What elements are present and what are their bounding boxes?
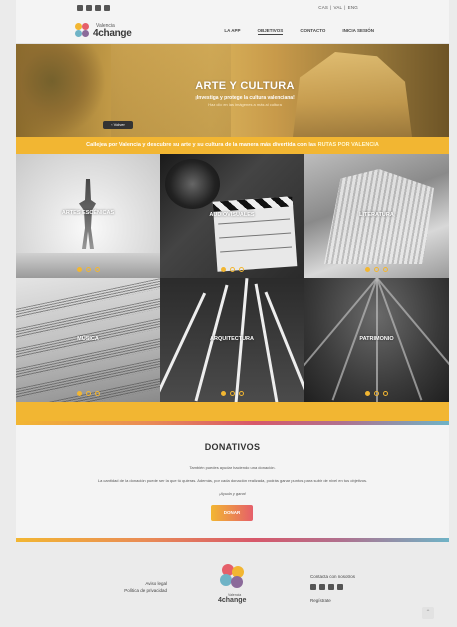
carousel-dot[interactable] bbox=[365, 267, 370, 272]
legal-notice-link[interactable]: Aviso legal bbox=[102, 580, 167, 587]
hero-subtitle: ¡Investiga y protege la cultura valencia… bbox=[195, 95, 295, 101]
mail-icon[interactable] bbox=[104, 5, 110, 11]
carousel-dot[interactable] bbox=[383, 391, 388, 396]
tile-label: LITERATURA bbox=[359, 212, 394, 218]
lang-cas[interactable]: CAS bbox=[318, 5, 328, 10]
nav-objetivos[interactable]: OBJETIVOS bbox=[257, 28, 284, 35]
back-button[interactable]: ‹ Volver bbox=[103, 121, 133, 129]
scroll-to-top-button[interactable]: ⌃ bbox=[422, 607, 434, 619]
tile-arquitectura[interactable]: ARQUITECTURA bbox=[160, 278, 304, 402]
carousel-dot[interactable] bbox=[229, 267, 235, 272]
hero-banner: ARTE Y CULTURA ¡Investiga y protege la c… bbox=[16, 44, 449, 137]
carousel-dot[interactable] bbox=[383, 267, 388, 272]
donations-title: DONATIVOS bbox=[204, 442, 261, 452]
carousel-dots bbox=[160, 391, 304, 396]
routes-link[interactable]: RUTAS POR VALENCIA bbox=[318, 142, 379, 148]
carousel-dot[interactable] bbox=[85, 391, 91, 396]
carousel-dot[interactable] bbox=[365, 391, 370, 396]
tile-musica[interactable]: MÚSICA bbox=[16, 278, 160, 402]
hero-subtitle-2: Haz clic en las imágenes a más al cultur… bbox=[208, 102, 282, 107]
contact-link[interactable]: Contacta con nosotros bbox=[310, 574, 355, 579]
tile-patrimonio[interactable]: PATRIMONIO bbox=[304, 278, 449, 402]
donations-description: La cantidad de la donación puede ser la … bbox=[97, 478, 368, 483]
carousel-dots bbox=[16, 267, 160, 272]
footer-logo[interactable]: Valencia 4change bbox=[214, 564, 254, 606]
vault-ceiling-image bbox=[376, 278, 449, 379]
carousel-dot[interactable] bbox=[229, 391, 235, 396]
twitter-icon[interactable] bbox=[95, 5, 101, 11]
lang-separator: | bbox=[330, 5, 332, 10]
carousel-dot[interactable] bbox=[374, 391, 379, 396]
tile-label: ARTES ESCÉNICAS bbox=[61, 210, 115, 216]
tile-label: AUDIOVISUALES bbox=[209, 212, 255, 218]
tile-label: PATRIMONIO bbox=[359, 336, 394, 342]
architecture-image bbox=[160, 292, 207, 394]
top-bar: CAS | VAL | ENG bbox=[16, 0, 449, 18]
carousel-dots bbox=[16, 391, 160, 396]
nav-la-app[interactable]: LA APP bbox=[224, 28, 240, 35]
yellow-divider bbox=[16, 402, 449, 421]
facebook-icon[interactable] bbox=[86, 5, 92, 11]
carousel-dot[interactable] bbox=[374, 267, 379, 272]
mail-icon[interactable] bbox=[337, 584, 343, 590]
routes-text: Callejea por Valencia y descubre su arte… bbox=[86, 142, 317, 148]
carousel-dots bbox=[304, 267, 449, 272]
navbar: Valencia 4change LA APP OBJETIVOS CONTAC… bbox=[16, 18, 449, 44]
facebook-icon[interactable] bbox=[319, 584, 325, 590]
nav-contacto[interactable]: CONTACTO bbox=[300, 28, 325, 35]
lang-separator: | bbox=[344, 5, 346, 10]
carousel-dot[interactable] bbox=[220, 391, 226, 396]
category-grid: ARTES ESCÉNICAS AUDIOVISUALES LITERATURA… bbox=[16, 154, 449, 402]
carousel-dot[interactable] bbox=[94, 267, 100, 272]
lang-eng[interactable]: ENG bbox=[348, 5, 358, 10]
donate-button[interactable]: DONAR bbox=[211, 505, 253, 521]
carousel-dot[interactable] bbox=[238, 267, 244, 272]
carousel-dot[interactable] bbox=[76, 267, 82, 272]
tile-label: MÚSICA bbox=[77, 336, 99, 342]
footer-social-links bbox=[310, 584, 343, 590]
language-switcher: CAS | VAL | ENG bbox=[317, 5, 359, 10]
logo-flower-icon bbox=[75, 23, 91, 39]
carousel-dots bbox=[160, 267, 304, 272]
tile-label: ARQUITECTURA bbox=[210, 336, 254, 342]
footer: Aviso legal Política de privacidad Valen… bbox=[16, 542, 449, 627]
tile-literatura[interactable]: LITERATURA bbox=[304, 154, 449, 278]
gradient-divider bbox=[16, 421, 449, 425]
privacy-policy-link[interactable]: Política de privacidad bbox=[102, 587, 167, 594]
tile-floor-image bbox=[16, 253, 160, 278]
instagram-icon[interactable] bbox=[77, 5, 83, 11]
footer-logo-name: 4change bbox=[218, 597, 247, 604]
carousel-dot[interactable] bbox=[94, 391, 100, 396]
brand-logo[interactable]: Valencia 4change bbox=[75, 22, 135, 40]
instagram-icon[interactable] bbox=[310, 584, 316, 590]
carousel-dot[interactable] bbox=[76, 391, 82, 396]
carousel-dot[interactable] bbox=[220, 267, 226, 272]
twitter-icon[interactable] bbox=[328, 584, 334, 590]
carousel-dots bbox=[304, 391, 449, 396]
social-links bbox=[77, 5, 110, 11]
hero-title: ARTE Y CULTURA bbox=[195, 80, 295, 92]
logo-name: 4change bbox=[93, 28, 132, 39]
donations-intro: También puedes ayudar haciendo una donac… bbox=[189, 465, 276, 470]
carousel-dot[interactable] bbox=[85, 267, 91, 272]
donations-tagline: ¡Ayuda y gana! bbox=[219, 491, 246, 496]
footer-legal-links: Aviso legal Política de privacidad bbox=[102, 580, 167, 594]
main-nav: LA APP OBJETIVOS CONTACTO INICIA SESIÓN bbox=[224, 28, 374, 35]
clapperboard-image bbox=[212, 196, 298, 272]
tile-audiovisuales[interactable]: AUDIOVISUALES bbox=[160, 154, 304, 278]
nav-inicia-sesion[interactable]: INICIA SESIÓN bbox=[342, 28, 374, 35]
carousel-dot[interactable] bbox=[238, 391, 244, 396]
register-link[interactable]: Regístrate bbox=[310, 598, 331, 603]
lang-val[interactable]: VAL bbox=[333, 5, 342, 10]
routes-banner: Callejea por Valencia y descubre su arte… bbox=[16, 137, 449, 154]
page: CAS | VAL | ENG Valencia 4change LA APP OBJE… bbox=[0, 0, 457, 627]
tile-artes-escenicas[interactable]: ARTES ESCÉNICAS bbox=[16, 154, 160, 278]
